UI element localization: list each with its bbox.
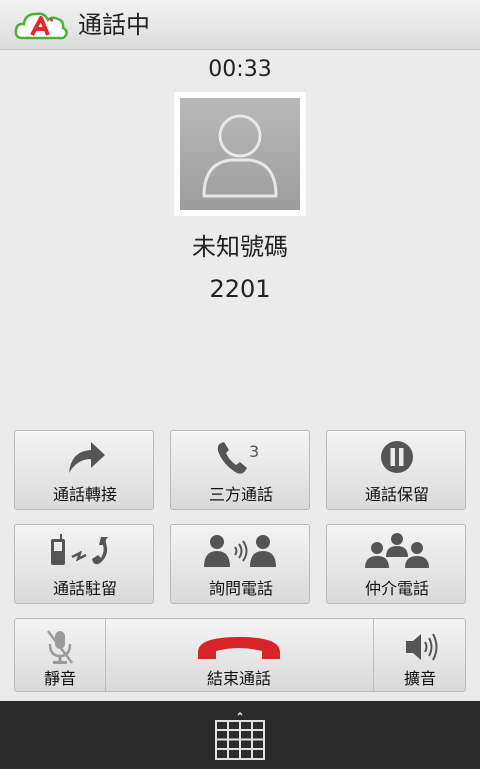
park-call-label: 通話駐留: [52, 579, 117, 598]
title-bar: 通話中: [0, 0, 480, 50]
bottom-nav-bar: [0, 701, 480, 769]
caller-number: 2201: [209, 275, 271, 303]
transfer-call-button[interactable]: 通話轉接: [14, 430, 154, 510]
avatar: [174, 92, 306, 216]
mute-label: 靜音: [43, 669, 76, 688]
speaker-label: 擴音: [403, 669, 436, 688]
speaker-button[interactable]: 擴音: [373, 619, 466, 691]
mute-button[interactable]: 靜音: [15, 619, 106, 691]
three-way-badge: 3: [249, 442, 259, 461]
caller-name: 未知號碼: [192, 233, 288, 261]
dialpad-icon: [215, 711, 265, 760]
conference-call-button[interactable]: 仲介電話: [326, 524, 466, 604]
call-timer: 00:33: [208, 57, 272, 82]
transfer-call-label: 通話轉接: [52, 485, 117, 504]
three-way-call-label: 三方通話: [208, 485, 273, 504]
conference-call-label: 仲介電話: [364, 579, 429, 598]
transfer-arrow-icon: [69, 442, 105, 473]
hold-call-label: 通話保留: [364, 485, 429, 504]
call-control-bar: 靜音 結束通話 擴音: [14, 618, 466, 692]
pause-icon: [381, 441, 413, 473]
hold-call-button[interactable]: 通話保留: [326, 430, 466, 510]
end-call-button[interactable]: 結束通話: [106, 619, 372, 691]
end-call-handset-icon: [198, 637, 280, 659]
speaker-icon: [406, 633, 438, 661]
call-park-icon: [51, 534, 109, 565]
consult-call-icon: [204, 535, 276, 567]
end-call-label: 結束通話: [206, 669, 271, 688]
microphone-muted-icon: [47, 630, 73, 664]
conference-call-icon: [365, 533, 429, 568]
dialpad-button[interactable]: [214, 711, 266, 761]
three-way-call-button[interactable]: 3 三方通話: [170, 430, 310, 510]
park-call-button[interactable]: 通話駐留: [14, 524, 154, 604]
person-icon: [202, 114, 278, 198]
consult-call-button[interactable]: 詢問電話: [170, 524, 310, 604]
consult-call-label: 詢問電話: [208, 579, 273, 598]
page-title: 通話中: [78, 11, 150, 39]
three-way-call-icon: 3: [217, 442, 259, 474]
app-logo-icon: [14, 12, 68, 40]
